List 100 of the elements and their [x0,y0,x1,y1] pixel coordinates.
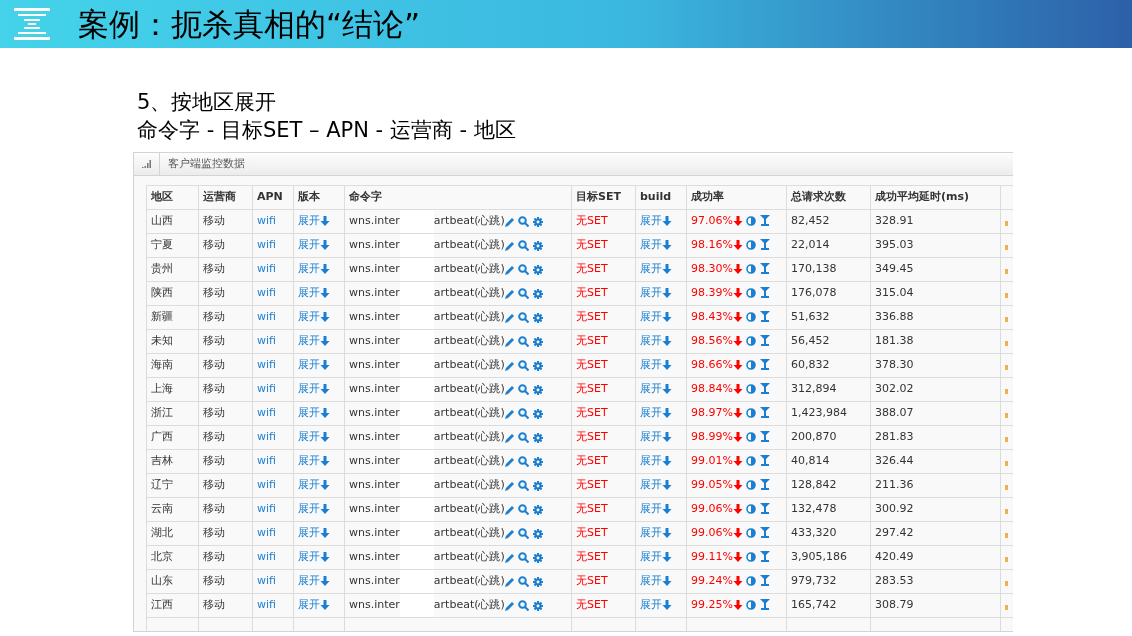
cocktail-glass-icon[interactable] [759,335,770,347]
column-header[interactable]: 运营商 [198,185,253,210]
pencil-icon[interactable] [504,312,515,323]
settings-icon[interactable] [532,576,543,587]
settings-icon[interactable] [532,384,543,395]
search-icon[interactable] [518,312,530,323]
pencil-icon[interactable] [504,528,515,539]
contrast-icon[interactable] [746,288,757,299]
contrast-icon[interactable] [746,432,757,443]
settings-icon[interactable] [532,432,543,443]
settings-icon[interactable] [532,360,543,371]
settings-icon[interactable] [532,336,543,347]
search-icon[interactable] [518,504,530,515]
search-icon[interactable] [518,408,530,419]
cocktail-glass-icon[interactable] [759,431,770,443]
column-header[interactable]: 成功平均延时(ms) [870,185,1001,210]
pencil-icon[interactable] [504,384,515,395]
status-mark-icon [1005,221,1008,227]
cocktail-glass-icon[interactable] [759,527,770,539]
cocktail-glass-icon[interactable] [759,503,770,515]
pencil-icon[interactable] [504,600,515,611]
search-icon[interactable] [518,240,530,251]
contrast-icon[interactable] [746,264,757,275]
pencil-icon[interactable] [504,288,515,299]
search-icon[interactable] [518,288,530,299]
pencil-icon[interactable] [504,456,515,467]
cocktail-glass-icon[interactable] [759,359,770,371]
settings-icon[interactable] [532,504,543,515]
cocktail-glass-icon[interactable] [759,455,770,467]
search-icon[interactable] [518,480,530,491]
arrow-down-icon [732,312,743,323]
search-icon[interactable] [518,264,530,275]
column-header[interactable]: 版本 [293,185,345,210]
table-cell: wns.inter [349,405,400,422]
settings-icon[interactable] [532,240,543,251]
pencil-icon[interactable] [504,504,515,515]
contrast-icon[interactable] [746,216,757,227]
pencil-icon[interactable] [504,264,515,275]
pencil-icon[interactable] [504,552,515,563]
success-rate: 97.06% [691,214,733,228]
settings-icon[interactable] [532,600,543,611]
contrast-icon[interactable] [746,456,757,467]
cocktail-glass-icon[interactable] [759,599,770,611]
pencil-icon[interactable] [504,480,515,491]
settings-icon[interactable] [532,480,543,491]
pencil-icon[interactable] [504,408,515,419]
pencil-icon[interactable] [504,336,515,347]
cocktail-glass-icon[interactable] [759,575,770,587]
contrast-icon[interactable] [746,384,757,395]
arrow-down-icon [320,336,330,347]
settings-icon[interactable] [532,288,543,299]
cocktail-glass-icon[interactable] [759,407,770,419]
pencil-icon[interactable] [504,576,515,587]
search-icon[interactable] [518,384,530,395]
search-icon[interactable] [518,456,530,467]
search-icon[interactable] [518,432,530,443]
pencil-icon[interactable] [504,240,515,251]
column-header[interactable]: build [635,185,687,210]
contrast-icon[interactable] [746,480,757,491]
settings-icon[interactable] [532,528,543,539]
column-header[interactable]: 总请求次数 [786,185,871,210]
settings-icon[interactable] [532,216,543,227]
search-icon[interactable] [518,336,530,347]
column-header[interactable]: 目标SET [571,185,636,210]
search-icon[interactable] [518,552,530,563]
contrast-icon[interactable] [746,336,757,347]
settings-icon[interactable] [532,456,543,467]
cocktail-glass-icon[interactable] [759,479,770,491]
cocktail-glass-icon[interactable] [759,263,770,275]
settings-icon[interactable] [532,552,543,563]
contrast-icon[interactable] [746,240,757,251]
column-header[interactable]: 命令字 [344,185,572,210]
cocktail-glass-icon[interactable] [759,383,770,395]
contrast-icon[interactable] [746,528,757,539]
settings-icon[interactable] [532,312,543,323]
cocktail-glass-icon[interactable] [759,287,770,299]
cocktail-glass-icon[interactable] [759,551,770,563]
settings-icon[interactable] [532,408,543,419]
contrast-icon[interactable] [746,312,757,323]
contrast-icon[interactable] [746,600,757,611]
search-icon[interactable] [518,360,530,371]
column-header[interactable]: APN [252,185,294,210]
search-icon[interactable] [518,216,530,227]
cocktail-glass-icon[interactable] [759,215,770,227]
search-icon[interactable] [518,576,530,587]
pencil-icon[interactable] [504,360,515,371]
cocktail-glass-icon[interactable] [759,239,770,251]
search-icon[interactable] [518,600,530,611]
column-header[interactable]: 成功率 [686,185,787,210]
pencil-icon[interactable] [504,216,515,227]
search-icon[interactable] [518,528,530,539]
cocktail-glass-icon[interactable] [759,311,770,323]
contrast-icon[interactable] [746,576,757,587]
settings-icon[interactable] [532,264,543,275]
contrast-icon[interactable] [746,408,757,419]
column-header[interactable]: 地区 [146,185,199,210]
contrast-icon[interactable] [746,552,757,563]
contrast-icon[interactable] [746,360,757,371]
contrast-icon[interactable] [746,504,757,515]
pencil-icon[interactable] [504,432,515,443]
